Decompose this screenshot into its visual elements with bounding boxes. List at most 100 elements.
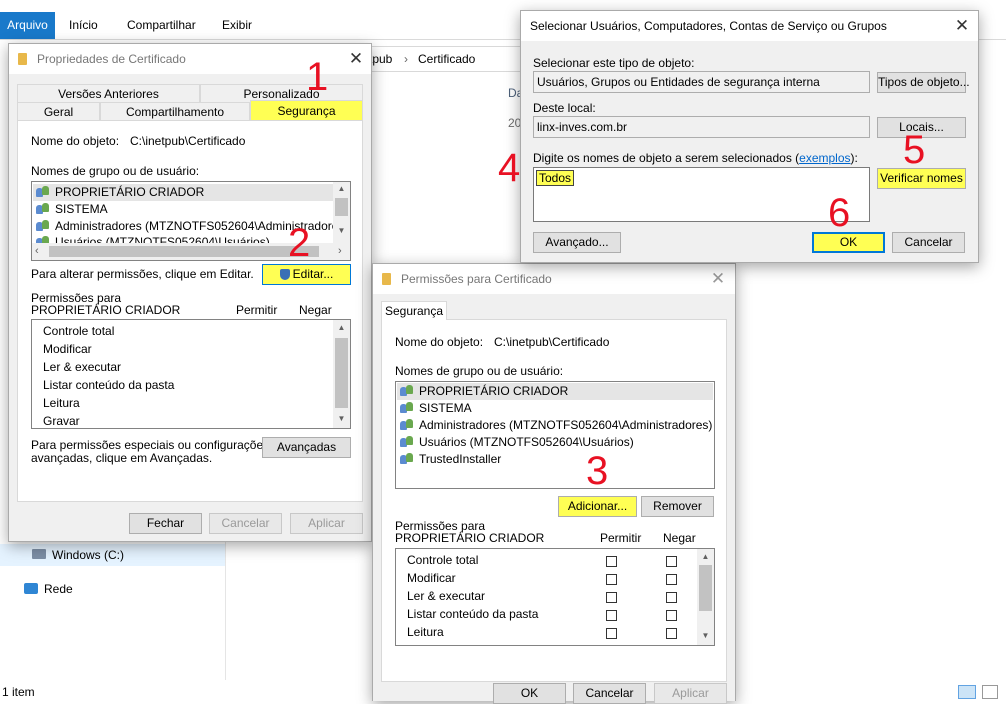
perm-permissions-vscrollbar[interactable]: ▲ ▼ xyxy=(697,549,714,645)
scroll-thumb[interactable] xyxy=(335,198,348,216)
permissions-principal: PROPRIETÁRIO CRIADOR xyxy=(31,303,181,317)
scroll-thumb[interactable] xyxy=(699,565,712,611)
deny-header: Negar xyxy=(663,531,696,545)
tab-geral[interactable]: Geral xyxy=(17,102,100,120)
cancel-button[interactable]: Cancelar xyxy=(573,683,646,704)
cancel-button[interactable]: Cancelar xyxy=(209,513,282,534)
scroll-down-icon[interactable]: ▼ xyxy=(333,414,350,423)
apply-button[interactable]: Aplicar xyxy=(654,683,727,704)
groups-label: Nomes de grupo ou de usuário: xyxy=(31,164,200,178)
details-view-icon[interactable] xyxy=(958,685,976,699)
list-item[interactable]: TrustedInstaller xyxy=(400,451,501,468)
allow-checkbox[interactable] xyxy=(606,592,617,603)
users-icon xyxy=(36,186,52,198)
tab-versoes-anteriores[interactable]: Versões Anteriores xyxy=(17,84,200,102)
annotation-1: 1 xyxy=(306,55,329,99)
list-item[interactable]: PROPRIETÁRIO CRIADOR xyxy=(33,184,333,201)
deny-checkbox[interactable] xyxy=(666,592,677,603)
nav-item-network[interactable]: Rede xyxy=(0,578,225,600)
annotation-6: 6 xyxy=(828,191,851,235)
permissions-vscrollbar[interactable]: ▲ ▼ xyxy=(333,320,350,428)
object-names-textarea[interactable]: Todos xyxy=(533,167,870,222)
users-icon xyxy=(400,436,416,448)
annotation-3: 3 xyxy=(586,449,609,493)
properties-title: Propriedades de Certificado xyxy=(37,52,186,66)
close-icon[interactable]: ✕ xyxy=(707,268,729,290)
select-title: Selecionar Usuários, Computadores, Conta… xyxy=(530,19,887,33)
group-name: SISTEMA xyxy=(419,401,472,415)
nav-item-drive[interactable]: Windows (C:) xyxy=(0,544,225,566)
ok-button[interactable]: OK xyxy=(493,683,566,704)
deny-checkbox[interactable] xyxy=(666,610,677,621)
advanced-hint-line2: avançadas, clique em Avançadas. xyxy=(31,451,213,465)
group-name: PROPRIETÁRIO CRIADOR xyxy=(419,384,569,398)
scroll-down-icon[interactable]: ▼ xyxy=(333,226,350,235)
address-bar[interactable]: tpub › Certificado xyxy=(360,46,522,72)
nav-network-label: Rede xyxy=(44,582,73,596)
object-types-button[interactable]: Tipos de objeto... xyxy=(877,72,970,93)
edit-button[interactable]: Editar... xyxy=(262,264,351,285)
tab-seguranca[interactable]: Segurança xyxy=(250,100,363,120)
ok-button[interactable]: OK xyxy=(812,232,885,253)
list-item[interactable]: SISTEMA xyxy=(400,400,472,417)
names-label: Digite os nomes de objeto a serem seleci… xyxy=(533,151,858,165)
tab-seguranca-perm[interactable]: Segurança xyxy=(381,301,447,320)
perm-groups-listbox[interactable]: PROPRIETÁRIO CRIADOR SISTEMA Administrad… xyxy=(395,381,715,489)
permissions-titlebar: Permissões para Certificado ✕ xyxy=(373,264,735,294)
advanced-button[interactable]: Avançado... xyxy=(533,232,621,253)
allow-header: Permitir xyxy=(236,303,278,317)
perm-permissions-list[interactable]: Controle total Modificar Ler & executar … xyxy=(395,548,715,646)
scroll-right-icon[interactable]: › xyxy=(338,245,342,257)
ribbon-tab-exibir[interactable]: Exibir xyxy=(222,18,252,32)
scroll-down-icon[interactable]: ▼ xyxy=(697,631,714,640)
allow-checkbox[interactable] xyxy=(606,628,617,639)
security-panel: Nome do objeto: C:\inetpub\Certificado N… xyxy=(17,120,363,502)
location-label: Deste local: xyxy=(533,101,596,115)
allow-checkbox[interactable] xyxy=(606,574,617,585)
names-label-end: ): xyxy=(850,151,858,165)
cancel-button[interactable]: Cancelar xyxy=(892,232,965,253)
permissions-dialog: Permissões para Certificado ✕ Segurança … xyxy=(372,263,736,704)
add-button[interactable]: Adicionar... xyxy=(558,496,637,517)
list-item[interactable]: SISTEMA xyxy=(36,201,108,218)
scroll-up-icon[interactable]: ▲ xyxy=(333,323,350,332)
list-item[interactable]: Administradores (MTZNOTFS052604\Administ… xyxy=(400,417,712,434)
remove-button[interactable]: Remover xyxy=(641,496,714,517)
advanced-button[interactable]: Avançadas xyxy=(262,437,351,458)
users-icon xyxy=(400,385,416,397)
tab-compartilhamento[interactable]: Compartilhamento xyxy=(100,102,250,120)
apply-button[interactable]: Aplicar xyxy=(290,513,363,534)
users-icon xyxy=(400,419,416,431)
annotation-5: 5 xyxy=(903,128,926,172)
breadcrumb-current[interactable]: Certificado xyxy=(418,52,475,66)
permissions-list[interactable]: Controle total Modificar Ler & executar … xyxy=(31,319,351,429)
scroll-left-icon[interactable]: ‹ xyxy=(35,245,39,257)
examples-link[interactable]: exemplos xyxy=(799,151,850,165)
deny-checkbox[interactable] xyxy=(666,628,677,639)
list-item: Controle total xyxy=(43,324,115,338)
groups-vscrollbar[interactable]: ▲ ▼ xyxy=(333,182,350,243)
list-item: Listar conteúdo da pasta xyxy=(43,378,175,392)
nav-pane-divider xyxy=(225,540,226,680)
close-button[interactable]: Fechar xyxy=(129,513,202,534)
users-icon xyxy=(36,220,52,232)
deny-checkbox[interactable] xyxy=(666,574,677,585)
allow-checkbox[interactable] xyxy=(606,556,617,567)
tiles-view-icon[interactable] xyxy=(982,685,998,699)
properties-dialog: Propriedades de Certificado ✕ Versões An… xyxy=(8,43,372,542)
scroll-thumb[interactable] xyxy=(335,338,348,408)
close-icon[interactable]: ✕ xyxy=(345,48,367,70)
deny-checkbox[interactable] xyxy=(666,556,677,567)
scroll-up-icon[interactable]: ▲ xyxy=(697,552,714,561)
hscroll-thumb[interactable] xyxy=(49,246,319,257)
ribbon-tab-inicio[interactable]: Início xyxy=(69,18,98,32)
allow-header: Permitir xyxy=(600,531,642,545)
ribbon-tab-arquivo[interactable]: Arquivo xyxy=(0,12,55,39)
close-icon[interactable]: ✕ xyxy=(951,15,973,37)
allow-checkbox[interactable] xyxy=(606,610,617,621)
object-names-value: Todos xyxy=(536,170,575,186)
ribbon-tab-compartilhar[interactable]: Compartilhar xyxy=(127,18,196,32)
list-item[interactable]: PROPRIETÁRIO CRIADOR xyxy=(397,383,713,400)
breadcrumb-part[interactable]: tpub xyxy=(369,52,392,66)
scroll-up-icon[interactable]: ▲ xyxy=(333,184,350,193)
